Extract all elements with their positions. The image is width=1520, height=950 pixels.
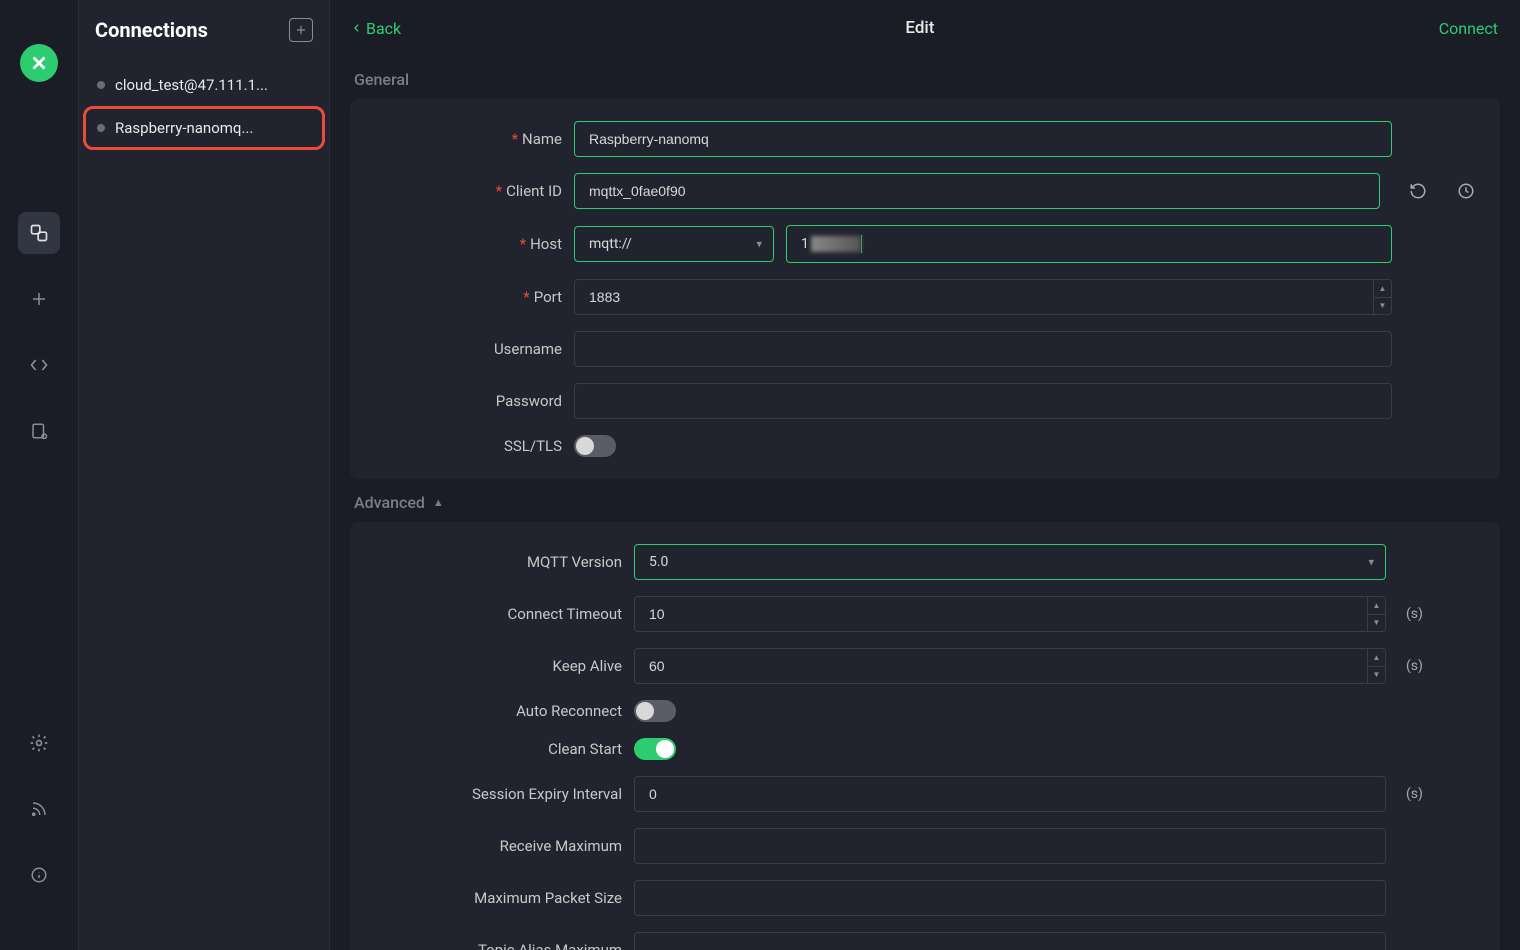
nav-connections-icon[interactable] — [18, 212, 60, 254]
main-content: Back Edit Connect General *Name *Client … — [330, 0, 1520, 950]
keep-alive-label: Keep Alive — [553, 657, 622, 675]
mqtt-version-select[interactable]: 5.0 — [634, 544, 1386, 580]
connection-label: cloud_test@47.111.1... — [115, 76, 268, 94]
sidebar-title: Connections — [95, 18, 208, 42]
seconds-suffix: (s) — [1406, 658, 1430, 674]
connect-button[interactable]: Connect — [1439, 19, 1498, 38]
session-expiry-input[interactable] — [634, 776, 1386, 812]
auto-reconnect-toggle[interactable] — [634, 700, 676, 722]
seconds-suffix: (s) — [1406, 606, 1430, 622]
timeout-stepper[interactable]: ▲▼ — [1367, 597, 1385, 631]
port-input[interactable] — [574, 279, 1392, 315]
nav-scripts-icon[interactable] — [18, 344, 60, 386]
connection-label: Raspberry-nanomq... — [115, 119, 253, 137]
session-expiry-label: Session Expiry Interval — [472, 785, 622, 803]
history-clientid-button[interactable] — [1456, 181, 1476, 201]
status-dot-icon — [97, 81, 105, 89]
back-button[interactable]: Back — [352, 19, 401, 38]
connect-timeout-input[interactable] — [634, 596, 1386, 632]
nav-new-icon[interactable] — [18, 278, 60, 320]
obscured-host-text — [811, 236, 861, 252]
add-connection-button[interactable] — [289, 18, 313, 42]
clean-start-toggle[interactable] — [634, 738, 676, 760]
max-packet-label: Maximum Packet Size — [474, 889, 622, 907]
connection-item-selected[interactable]: Raspberry-nanomq... — [83, 106, 325, 150]
advanced-section-title[interactable]: Advanced ▲ — [354, 493, 1500, 512]
password-label: Password — [496, 392, 562, 410]
password-input[interactable] — [574, 383, 1392, 419]
nav-settings-icon[interactable] — [18, 722, 60, 764]
refresh-clientid-button[interactable] — [1408, 181, 1428, 201]
clientid-input[interactable] — [574, 173, 1380, 209]
keep-alive-input[interactable] — [634, 648, 1386, 684]
nav-about-icon[interactable] — [18, 854, 60, 896]
topbar: Back Edit Connect — [330, 0, 1520, 56]
receive-max-label: Receive Maximum — [500, 837, 622, 855]
nav-log-icon[interactable] — [18, 410, 60, 452]
receive-max-input[interactable] — [634, 828, 1386, 864]
ssl-toggle[interactable] — [574, 435, 616, 457]
host-address-input[interactable]: 1 — [786, 225, 1392, 263]
clean-start-label: Clean Start — [548, 740, 622, 758]
auto-reconnect-label: Auto Reconnect — [516, 702, 622, 720]
clientid-label: Client ID — [506, 182, 562, 200]
port-label: Port — [534, 288, 562, 306]
topic-alias-max-input[interactable] — [634, 932, 1386, 950]
topic-alias-max-label: Topic Alias Maximum — [478, 941, 622, 950]
status-dot-icon — [97, 124, 105, 132]
port-stepper[interactable]: ▲▼ — [1373, 280, 1391, 314]
back-label: Back — [366, 19, 401, 38]
advanced-panel: MQTT Version 5.0 ▾ Connect Timeout ▲▼ (s… — [350, 522, 1500, 950]
general-panel: *Name *Client ID — [350, 99, 1500, 479]
host-protocol-select[interactable]: mqtt:// — [574, 226, 774, 262]
general-section-title: General — [354, 70, 1500, 89]
connection-item[interactable]: cloud_test@47.111.1... — [83, 66, 325, 104]
username-label: Username — [494, 340, 562, 358]
text-cursor — [861, 235, 862, 253]
seconds-suffix: (s) — [1406, 786, 1430, 802]
username-input[interactable] — [574, 331, 1392, 367]
collapse-up-icon: ▲ — [433, 496, 444, 509]
nav-feed-icon[interactable] — [18, 788, 60, 830]
connections-sidebar: Connections cloud_test@47.111.1... Raspb… — [78, 0, 330, 950]
name-input[interactable] — [574, 121, 1392, 157]
max-packet-input[interactable] — [634, 880, 1386, 916]
app-logo — [20, 44, 58, 82]
host-label: Host — [530, 235, 562, 253]
mqtt-version-label: MQTT Version — [527, 553, 622, 571]
keepalive-stepper[interactable]: ▲▼ — [1367, 649, 1385, 683]
page-title: Edit — [905, 18, 934, 38]
name-label: Name — [522, 130, 562, 148]
connect-timeout-label: Connect Timeout — [508, 605, 622, 623]
ssl-label: SSL/TLS — [504, 437, 562, 455]
nav-rail — [0, 0, 78, 950]
